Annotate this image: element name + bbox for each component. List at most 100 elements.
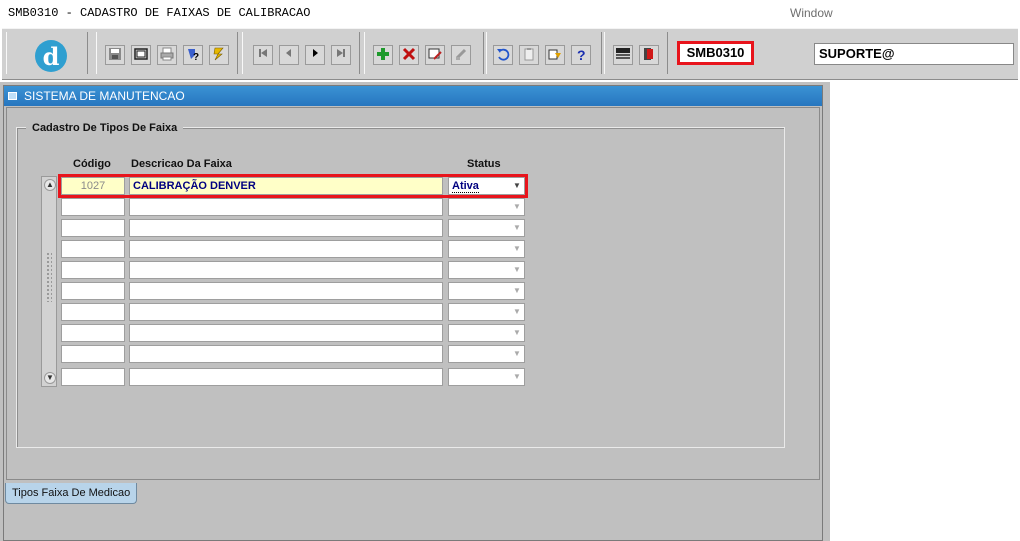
app-logo: d (35, 40, 67, 72)
codigo-field[interactable] (61, 303, 125, 321)
status-select[interactable]: ▼ (448, 345, 525, 363)
undo-icon (497, 48, 510, 61)
descricao-field[interactable] (129, 303, 443, 321)
scroll-down-icon[interactable]: ▼ (44, 372, 56, 384)
menu-icon (616, 48, 630, 59)
svg-text:?: ? (193, 52, 199, 61)
window-menu[interactable]: Window (790, 6, 833, 20)
delete-record-button[interactable] (399, 45, 419, 65)
codigo-field[interactable] (61, 282, 125, 300)
codigo-field[interactable] (61, 261, 125, 279)
insert-record-icon (377, 48, 389, 60)
codigo-field[interactable] (61, 198, 125, 216)
status-select[interactable]: ▼ (448, 368, 525, 386)
first-record-icon (259, 49, 267, 57)
first-record-button[interactable] (253, 45, 273, 65)
undo-button[interactable] (493, 45, 513, 65)
descricao-field[interactable] (129, 198, 443, 216)
chevron-down-icon[interactable]: ▼ (510, 241, 524, 257)
toolbar: d ? ? SMB0310 SUPORTE@ (2, 28, 1018, 80)
status-select[interactable]: ▼ (448, 261, 525, 279)
paste-icon (524, 48, 534, 61)
window-title: SISTEMA DE MANUTENCAO (24, 89, 185, 103)
form-code: SMB0310 (677, 41, 754, 65)
frame-title: Cadastro De Tipos De Faixa (26, 122, 184, 134)
column-header-descricao: Descricao Da Faixa (131, 158, 232, 170)
toolbar-group-app (604, 32, 668, 74)
status-select[interactable]: ▼ (448, 240, 525, 258)
status-select[interactable]: ▼ (448, 324, 525, 342)
edit-record-button[interactable] (425, 45, 445, 65)
chevron-down-icon[interactable]: ▼ (510, 199, 524, 215)
descricao-field[interactable] (129, 324, 443, 342)
clear-button[interactable] (451, 45, 471, 65)
next-record-icon (313, 49, 318, 57)
exit-button[interactable] (639, 45, 659, 65)
help-button[interactable]: ? (571, 45, 591, 65)
edit-record-icon (428, 48, 442, 60)
codigo-field[interactable] (61, 219, 125, 237)
previous-record-icon (286, 49, 291, 57)
descricao-field[interactable] (129, 282, 443, 300)
save-button[interactable] (105, 45, 125, 65)
records-scrollbar[interactable]: ▲ ▼ (41, 176, 57, 387)
codigo-field[interactable] (61, 324, 125, 342)
previous-record-button[interactable] (279, 45, 299, 65)
codigo-field[interactable] (61, 368, 125, 386)
chevron-down-icon[interactable]: ▼ (510, 283, 524, 299)
toolbar-group-edit: ? (486, 32, 602, 74)
descricao-field[interactable] (129, 240, 443, 258)
toolbar-group-record (364, 32, 484, 74)
window-title-bar: SISTEMA DE MANUTENCAO (4, 86, 822, 106)
query-button[interactable]: ? (183, 45, 203, 65)
list-values-button[interactable] (545, 45, 565, 65)
last-record-icon (337, 49, 345, 57)
codigo-field[interactable] (61, 240, 125, 258)
insert-record-button[interactable] (373, 45, 393, 65)
toolbar-group-file: ? (96, 32, 238, 74)
chevron-down-icon[interactable]: ▼ (510, 369, 524, 385)
print-button[interactable] (157, 45, 177, 65)
active-row-highlight (58, 174, 528, 198)
execute-query-icon (213, 47, 224, 61)
descricao-field[interactable] (129, 368, 443, 386)
last-record-button[interactable] (331, 45, 351, 65)
menu-button[interactable] (613, 45, 633, 65)
status-select[interactable]: ▼ (448, 219, 525, 237)
tab-tipos-faixa-medicao[interactable]: Tipos Faixa De Medicao (5, 483, 138, 504)
app-title: SMB0310 - CADASTRO DE FAIXAS DE CALIBRAC… (8, 6, 311, 20)
clear-icon (455, 48, 467, 60)
user-field: SUPORTE@ (814, 43, 1014, 65)
next-record-button[interactable] (305, 45, 325, 65)
print-preview-icon (134, 48, 148, 60)
status-select[interactable]: ▼ (448, 282, 525, 300)
window-icon[interactable] (8, 92, 17, 100)
exit-icon (644, 48, 653, 60)
toolbar-group-logo: d (6, 32, 88, 74)
execute-query-button[interactable] (209, 45, 229, 65)
status-select[interactable]: ▼ (448, 303, 525, 321)
codigo-field[interactable] (61, 345, 125, 363)
status-select[interactable]: ▼ (448, 198, 525, 216)
save-icon (109, 48, 121, 60)
descricao-field[interactable] (129, 261, 443, 279)
menu-bar: SMB0310 - CADASTRO DE FAIXAS DE CALIBRAC… (0, 0, 1020, 26)
chevron-down-icon[interactable]: ▼ (510, 262, 524, 278)
chevron-down-icon[interactable]: ▼ (510, 220, 524, 236)
toolbar-group-nav (242, 32, 360, 74)
descricao-field[interactable] (129, 345, 443, 363)
chevron-down-icon[interactable]: ▼ (510, 304, 524, 320)
chevron-down-icon[interactable]: ▼ (510, 325, 524, 341)
svg-text:?: ? (577, 47, 586, 61)
query-icon: ? (188, 49, 199, 61)
descricao-field[interactable] (129, 219, 443, 237)
scroll-grip-icon[interactable] (46, 252, 52, 302)
paste-button[interactable] (519, 45, 539, 65)
delete-record-icon (402, 47, 416, 61)
print-preview-button[interactable] (131, 45, 151, 65)
scroll-up-icon[interactable]: ▲ (44, 179, 56, 191)
list-values-icon (548, 49, 561, 60)
chevron-down-icon[interactable]: ▼ (510, 346, 524, 362)
print-icon (160, 47, 174, 61)
column-header-status: Status (467, 158, 501, 170)
